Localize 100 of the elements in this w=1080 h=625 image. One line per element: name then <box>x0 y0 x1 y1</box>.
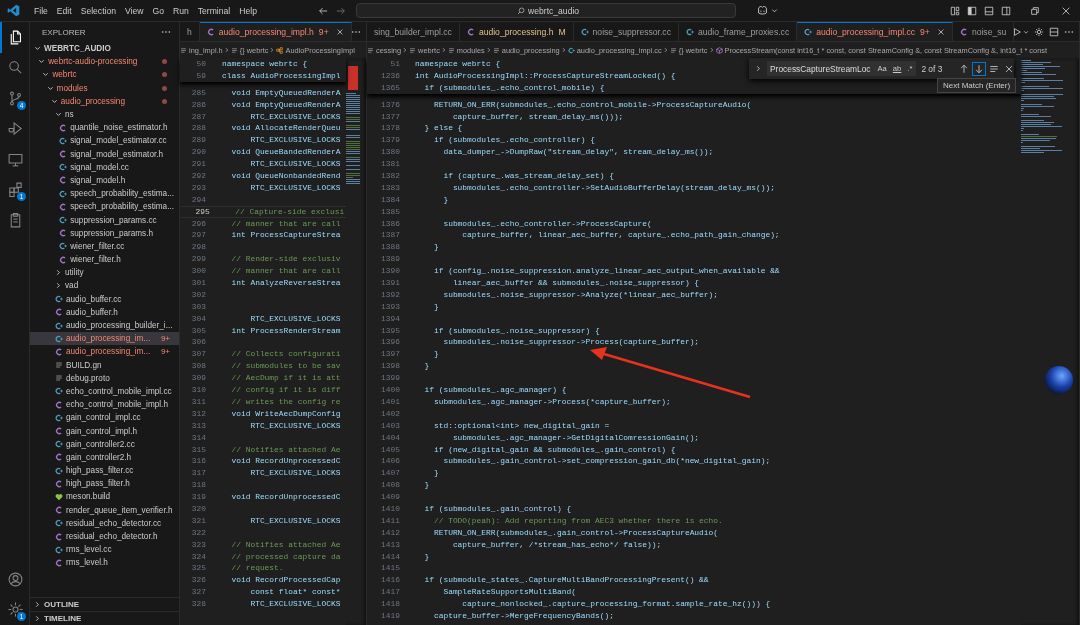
menu-item[interactable]: Help <box>239 5 257 16</box>
tree-item[interactable]: signal_model.h <box>30 173 179 188</box>
split-panel-icon[interactable] <box>1001 5 1011 16</box>
tree-item[interactable]: audio_processing_im... 9+ <box>30 345 179 359</box>
tree-item[interactable]: gain_controller2.cc <box>30 437 179 451</box>
tree-item[interactable]: audio_buffer.cc <box>30 292 179 306</box>
tree-item[interactable]: high_pass_filter.h <box>30 477 179 491</box>
file-type-icon <box>59 255 68 264</box>
close-icon[interactable] <box>1004 63 1015 74</box>
tree-item[interactable]: render_queue_item_verifier.h <box>30 503 179 517</box>
tree-item[interactable]: suppression_params.h <box>30 226 179 240</box>
restore-icon[interactable] <box>1030 5 1040 16</box>
floating-ball-icon[interactable] <box>1045 366 1073 394</box>
close-icon[interactable] <box>936 28 945 36</box>
up-arrow-icon[interactable] <box>959 63 970 74</box>
close-icon[interactable] <box>335 28 344 36</box>
sidebar-toggle-icon[interactable] <box>967 5 977 16</box>
tree-item[interactable]: webrtc <box>30 68 179 82</box>
settings-icon[interactable] <box>7 601 24 619</box>
status-dot <box>162 98 167 104</box>
chevron-icon <box>440 47 447 53</box>
workspace-header[interactable]: WEBRTC_AUDIO <box>30 42 179 56</box>
tree-item[interactable]: echo_control_mobile_impl.h <box>30 398 179 412</box>
caret-icon[interactable] <box>1023 28 1029 35</box>
chevron-icon[interactable] <box>755 65 762 72</box>
menu-item[interactable]: Run <box>173 5 189 16</box>
tree-item[interactable]: BUILD.gn <box>30 358 179 372</box>
file-type-icon <box>55 558 63 567</box>
back-arrow-icon[interactable] <box>318 5 328 16</box>
menu-item[interactable]: Edit <box>56 5 72 16</box>
tree-item[interactable]: audio_processing_im... 9+ <box>30 332 179 346</box>
settings-icon[interactable] <box>1034 26 1044 37</box>
blocks-icon[interactable] <box>7 181 24 199</box>
file-type-icon <box>59 163 68 172</box>
tree-item[interactable]: residual_echo_detector.h <box>30 529 179 544</box>
tree-item[interactable]: rms_level.h <box>30 556 179 570</box>
menu-item[interactable]: File <box>34 5 48 16</box>
close-icon[interactable] <box>1061 5 1071 16</box>
tree-item[interactable]: residual_echo_detector.cc <box>30 516 179 530</box>
caret-icon[interactable] <box>771 7 778 14</box>
tree-item[interactable]: quantile_noise_estimator.h <box>30 121 179 135</box>
tree-item[interactable]: modules <box>30 81 179 95</box>
file-type-icon <box>55 413 63 422</box>
file-type-icon <box>55 334 63 343</box>
menu-item[interactable]: View <box>125 5 144 16</box>
tree-item[interactable]: signal_model.cc <box>30 160 179 174</box>
tree-item[interactable]: echo_control_mobile_impl.cc <box>30 384 179 399</box>
chevron-icon <box>485 47 492 53</box>
tree-item[interactable]: audio_processing <box>30 94 179 108</box>
file-type-icon <box>59 216 68 225</box>
tree-item[interactable]: speech_probability_estima... <box>30 187 179 201</box>
tree-item[interactable]: wiener_filter.h <box>30 253 179 267</box>
editor-tab[interactable]: audio_processing_impl.h 9+ <box>199 22 352 41</box>
selection-lines-icon[interactable] <box>989 63 1000 74</box>
tree-item[interactable]: gain_control_impl.cc <box>30 411 179 425</box>
tree-item[interactable]: wiener_filter.cc <box>30 239 179 253</box>
tree-item[interactable]: ns <box>30 107 179 122</box>
menu-item[interactable]: Terminal <box>197 5 231 16</box>
tree-item[interactable]: signal_model_estimator.cc <box>30 134 179 148</box>
lines-file-icon <box>492 46 500 54</box>
status-dot <box>162 72 167 78</box>
tree-item[interactable]: audio_buffer.h <box>30 305 179 319</box>
file-type-icon <box>55 440 63 449</box>
tree-item[interactable]: debug.proto <box>30 371 179 385</box>
layout-icon[interactable] <box>950 5 960 16</box>
lines-file-icon <box>55 374 63 383</box>
tree-item[interactable]: audio_processing_builder_i... <box>30 318 179 333</box>
tree-item[interactable]: meson.build <box>30 490 179 504</box>
tree-item[interactable]: speech_probability_estima... <box>30 200 179 214</box>
chevron-icon <box>269 47 276 53</box>
tree-item[interactable]: webrtc-audio-processing <box>30 55 179 69</box>
tree-item[interactable]: vad <box>30 279 179 293</box>
tree-item[interactable]: utility <box>30 266 179 280</box>
play-bug-icon[interactable] <box>7 120 24 138</box>
tooltip: Next Match (Enter) <box>937 78 1017 93</box>
search-field[interactable]: webrtc_audio <box>356 3 736 18</box>
tree-item[interactable]: high_pass_filter.cc <box>30 464 179 478</box>
lines-file-icon <box>230 46 238 54</box>
branch-icon[interactable] <box>7 89 24 107</box>
panel-toggle-icon[interactable] <box>984 5 994 16</box>
tree-item[interactable]: signal_model_estimator.h <box>30 147 179 161</box>
menu-item[interactable]: Go <box>152 5 164 16</box>
account-icon[interactable] <box>7 570 24 588</box>
menu-item[interactable]: Selection <box>80 5 117 16</box>
more-icon[interactable] <box>161 30 171 34</box>
run-icon[interactable] <box>1012 26 1022 37</box>
file-type-icon <box>206 28 215 36</box>
editor-tab[interactable]: audio_processing_impl.cc 9+ <box>797 22 953 41</box>
file-type-icon <box>55 321 63 330</box>
file-type-icon <box>55 347 63 356</box>
tree-item[interactable]: rms_level.cc <box>30 543 179 557</box>
copilot-icon[interactable] <box>756 5 769 16</box>
section-header[interactable]: OUTLINE <box>30 597 179 611</box>
tree-item[interactable]: gain_control_impl.h <box>30 424 179 438</box>
tree-item[interactable]: suppression_params.cc <box>30 213 179 227</box>
down-arrow-icon[interactable] <box>974 63 985 74</box>
tree-item[interactable]: gain_controller2.h <box>30 450 179 464</box>
section-header[interactable]: TIMELINE <box>30 611 179 625</box>
split-editor-icon[interactable] <box>1049 26 1059 37</box>
file-type-icon <box>55 295 63 304</box>
